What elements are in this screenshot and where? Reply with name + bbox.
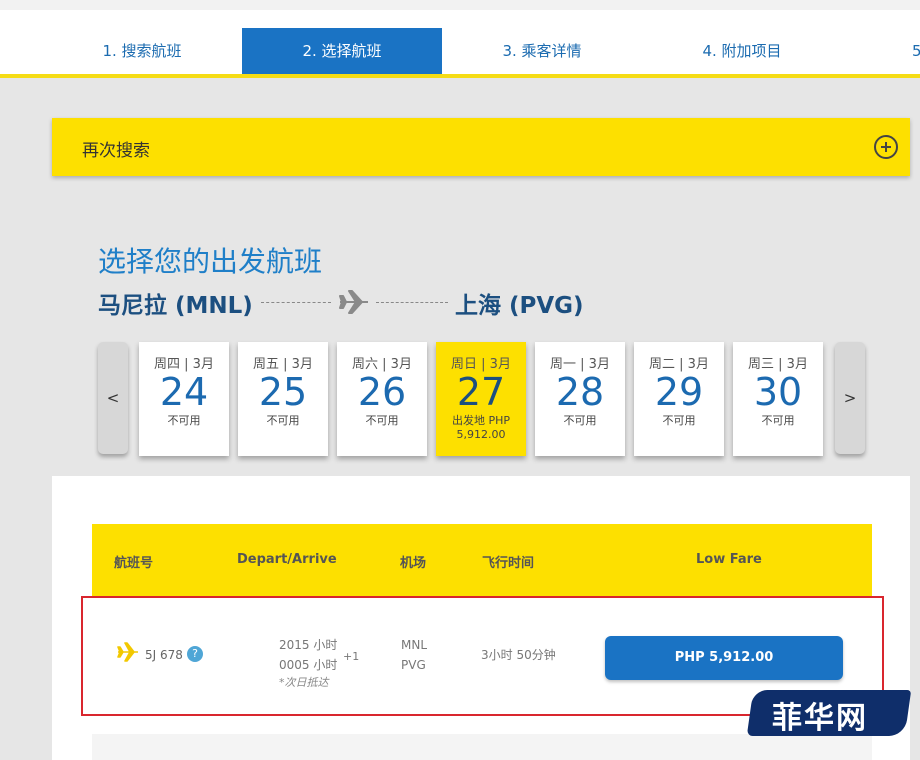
date-card[interactable]: 周四 | 3月 24 不可用 bbox=[139, 342, 229, 456]
table-header: 航班号 Depart/Arrive 机场 飞行时间 Low Fare bbox=[92, 524, 872, 598]
step-select-flight[interactable]: 2. 选择航班 bbox=[242, 28, 442, 74]
route: 马尼拉 (MNL) 上海 (PVG) bbox=[98, 286, 618, 320]
depart-arrive-times: 2015 小时 0005 小时 bbox=[279, 635, 337, 675]
date-status: 不可用 bbox=[167, 414, 201, 427]
date-day: 29 bbox=[654, 370, 704, 414]
plane-icon bbox=[339, 290, 368, 314]
date-fare-label: 出发地 PHP bbox=[451, 414, 511, 427]
date-card[interactable]: 周一 | 3月 28 不可用 bbox=[535, 342, 625, 456]
steps-underline bbox=[0, 74, 920, 78]
page-title: 选择您的出发航班 bbox=[98, 245, 323, 278]
progress-steps: 1. 搜索航班 2. 选择航班 3. 乘客详情 4. 附加项目 5 bbox=[0, 0, 920, 78]
step-5[interactable]: 5 bbox=[912, 28, 920, 74]
date-card[interactable]: 周二 | 3月 29 不可用 bbox=[634, 342, 724, 456]
date-weekday: 周三 | 3月 bbox=[748, 357, 808, 372]
depart-time: 2015 小时 bbox=[279, 638, 338, 652]
plus-circle-icon[interactable] bbox=[874, 135, 898, 159]
prev-dates-button[interactable]: < bbox=[98, 342, 128, 454]
step-search-flights[interactable]: 1. 搜索航班 bbox=[42, 28, 242, 74]
airport-from: MNL bbox=[401, 638, 428, 652]
col-duration: 飞行时间 bbox=[482, 556, 535, 571]
date-weekday: 周六 | 3月 bbox=[352, 357, 412, 372]
date-status: 不可用 bbox=[266, 414, 300, 427]
step-add-ons[interactable]: 4. 附加项目 bbox=[642, 28, 842, 74]
plus-day-badge: +1 bbox=[343, 650, 360, 663]
col-airport: 机场 bbox=[400, 556, 427, 571]
date-status: 不可用 bbox=[365, 414, 399, 427]
airport-to: PVG bbox=[401, 658, 426, 672]
origin-city: 马尼拉 (MNL) bbox=[98, 293, 253, 319]
route-dash-left bbox=[261, 302, 331, 303]
date-card[interactable]: 周五 | 3月 25 不可用 bbox=[238, 342, 328, 456]
date-fare-price: 5,912.00 bbox=[456, 428, 506, 441]
next-dates-button[interactable]: > bbox=[835, 342, 865, 454]
col-depart-arrive: Depart/Arrive bbox=[237, 552, 337, 567]
date-weekday: 周五 | 3月 bbox=[253, 357, 313, 372]
flight-duration: 3小时 50分钟 bbox=[481, 648, 556, 662]
date-day: 26 bbox=[357, 370, 407, 414]
date-day: 28 bbox=[555, 370, 605, 414]
next-day-note: *次日抵达 bbox=[279, 676, 329, 689]
date-status: 不可用 bbox=[761, 414, 795, 427]
destination-city: 上海 (PVG) bbox=[455, 293, 584, 319]
date-weekday: 周一 | 3月 bbox=[550, 357, 610, 372]
select-fare-button[interactable]: PHP 5,912.00 bbox=[605, 636, 843, 680]
col-low-fare: Low Fare bbox=[696, 552, 762, 567]
date-day: 30 bbox=[753, 370, 803, 414]
arrive-time: 0005 小时 bbox=[279, 658, 338, 672]
search-again-bar[interactable]: 再次搜索 bbox=[52, 118, 910, 176]
date-card-selected[interactable]: 周日 | 3月 27 出发地 PHP 5,912.00 bbox=[436, 342, 526, 456]
date-status: 不可用 bbox=[662, 414, 696, 427]
col-flight-no: 航班号 bbox=[114, 556, 154, 571]
date-day: 27 bbox=[456, 370, 506, 414]
date-weekday: 周二 | 3月 bbox=[649, 357, 709, 372]
date-day: 24 bbox=[159, 370, 209, 414]
date-weekday: 周日 | 3月 bbox=[451, 357, 511, 372]
date-status: 不可用 bbox=[563, 414, 597, 427]
watermark-text: 菲华网 bbox=[772, 701, 868, 736]
date-card[interactable]: 周三 | 3月 30 不可用 bbox=[733, 342, 823, 456]
date-weekday: 周四 | 3月 bbox=[154, 357, 214, 372]
flight-number: 5J 678 bbox=[145, 648, 183, 662]
watermark-logo: 菲华网 bbox=[746, 680, 912, 742]
date-day: 25 bbox=[258, 370, 308, 414]
airports: MNL PVG bbox=[401, 635, 427, 675]
help-icon[interactable]: ? bbox=[187, 646, 203, 662]
step-passenger-details[interactable]: 3. 乘客详情 bbox=[442, 28, 642, 74]
route-dash-right bbox=[376, 302, 448, 303]
search-again-label: 再次搜索 bbox=[82, 141, 150, 161]
plane-icon bbox=[117, 642, 138, 662]
date-card[interactable]: 周六 | 3月 26 不可用 bbox=[337, 342, 427, 456]
top-strip bbox=[0, 0, 920, 10]
